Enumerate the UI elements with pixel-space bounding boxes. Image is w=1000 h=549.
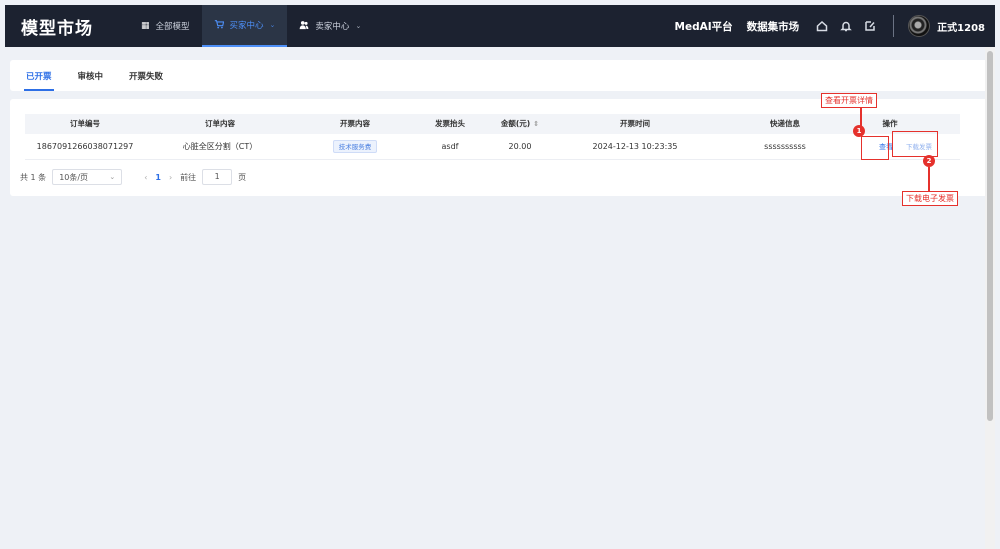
pagination: 共 1 条 10条/页 ⌄ ‹ 1 › 前往 1 页: [20, 169, 246, 185]
users-icon: [299, 20, 309, 33]
scrollbar-thumb[interactable]: [987, 51, 993, 421]
page-unit-label: 页: [238, 172, 247, 182]
dataset-market-link[interactable]: 数据集市场: [747, 19, 800, 34]
annotation-box-download: [892, 131, 938, 157]
avatar[interactable]: [908, 15, 931, 37]
nav-item-label: 卖家中心: [315, 22, 350, 32]
column-header-invoice-content: 开票内容: [340, 119, 370, 128]
username[interactable]: 正式1208: [937, 19, 985, 34]
page-scrollbar[interactable]: [985, 47, 995, 549]
invoice-content-tag: 技术服务费: [332, 140, 378, 153]
page-number-current[interactable]: 1: [155, 173, 161, 182]
divider: [893, 15, 895, 37]
chevron-down-icon: ⌄: [109, 173, 116, 181]
medai-platform-link[interactable]: MedAI平台: [675, 19, 733, 34]
column-header-label: 金额(元): [500, 119, 531, 128]
annotation-label-download-invoice: 下载电子发票: [902, 191, 958, 206]
annotation-leader-line: [928, 167, 930, 191]
nav-item-all-models[interactable]: ▦ 全部模型: [129, 5, 202, 47]
column-header-express: 快递信息: [770, 119, 800, 128]
prev-page-icon[interactable]: ‹: [144, 173, 147, 182]
nav-item-label: 全部模型: [155, 22, 190, 32]
goto-page-input[interactable]: 1: [202, 169, 233, 185]
cell-invoice-title: asdf: [441, 142, 459, 151]
invoice-table-card: 订单编号 订单内容 开票内容 发票抬头 金额(元) ⇕ 开票时间 快递信息 操作 …: [10, 99, 990, 196]
page-size-select[interactable]: 10条/页 ⌄: [52, 169, 123, 185]
nav-item-seller-center[interactable]: 卖家中心 ⌄: [287, 5, 373, 47]
next-page-icon[interactable]: ›: [169, 173, 172, 182]
nav-item-label: 买家中心: [229, 21, 264, 31]
grid-icon: ▦: [141, 21, 150, 31]
column-header-order-content: 订单内容: [205, 119, 235, 128]
cell-express: ssssssssss: [764, 142, 806, 151]
app-logo[interactable]: 模型市场: [21, 14, 129, 39]
total-count: 共 1 条: [20, 172, 47, 182]
invoice-status-tabs: 已开票 审核中 开票失败: [10, 60, 990, 91]
cell-order-content: 心脏全区分割（CT）: [182, 142, 258, 151]
cart-icon: [214, 19, 224, 32]
cell-invoice-content: 技术服务费: [305, 134, 405, 160]
app-frame: 模型市场 ▦ 全部模型 买家中心 ⌄ 卖家中心 ⌄ MedAI平台 数据集市场: [5, 5, 995, 549]
home-icon[interactable]: [813, 17, 831, 35]
top-navigation-bar: 模型市场 ▦ 全部模型 买家中心 ⌄ 卖家中心 ⌄ MedAI平台 数据集市场: [5, 5, 995, 47]
tab-invoiced[interactable]: 已开票: [24, 60, 54, 91]
nav-item-buyer-center[interactable]: 买家中心 ⌄: [201, 5, 288, 47]
column-header-amount[interactable]: 金额(元) ⇕: [485, 114, 555, 134]
annotation-label-view-details: 查看开票详情: [821, 93, 877, 108]
goto-label: 前往: [180, 172, 197, 182]
cell-order-no: 1867091266038071297: [36, 142, 134, 151]
annotation-box-view: [861, 136, 889, 160]
cell-amount: 20.00: [508, 142, 532, 151]
chevron-down-icon: ⌄: [355, 22, 362, 30]
column-header-invoice-time: 开票时间: [620, 119, 650, 128]
column-header-order-no: 订单编号: [70, 119, 100, 128]
chevron-down-icon: ⌄: [269, 21, 276, 29]
column-header-invoice-title: 发票抬头: [435, 119, 465, 128]
edit-icon[interactable]: [861, 17, 879, 35]
sort-icon[interactable]: ⇕: [533, 120, 539, 128]
tab-invoice-failed[interactable]: 开票失败: [129, 60, 163, 91]
table-header: 订单编号 订单内容 开票内容 发票抬头 金额(元) ⇕ 开票时间 快递信息 操作: [25, 114, 960, 134]
bell-icon[interactable]: [837, 17, 855, 35]
annotation-number-2: 2: [923, 155, 935, 167]
tab-under-review[interactable]: 审核中: [78, 60, 104, 91]
cell-invoice-time: 2024-12-13 10:23:35: [592, 142, 678, 151]
page-size-value: 10条/页: [59, 172, 89, 182]
table-row: 1867091266038071297 心脏全区分割（CT） 技术服务费 asd…: [25, 134, 960, 160]
